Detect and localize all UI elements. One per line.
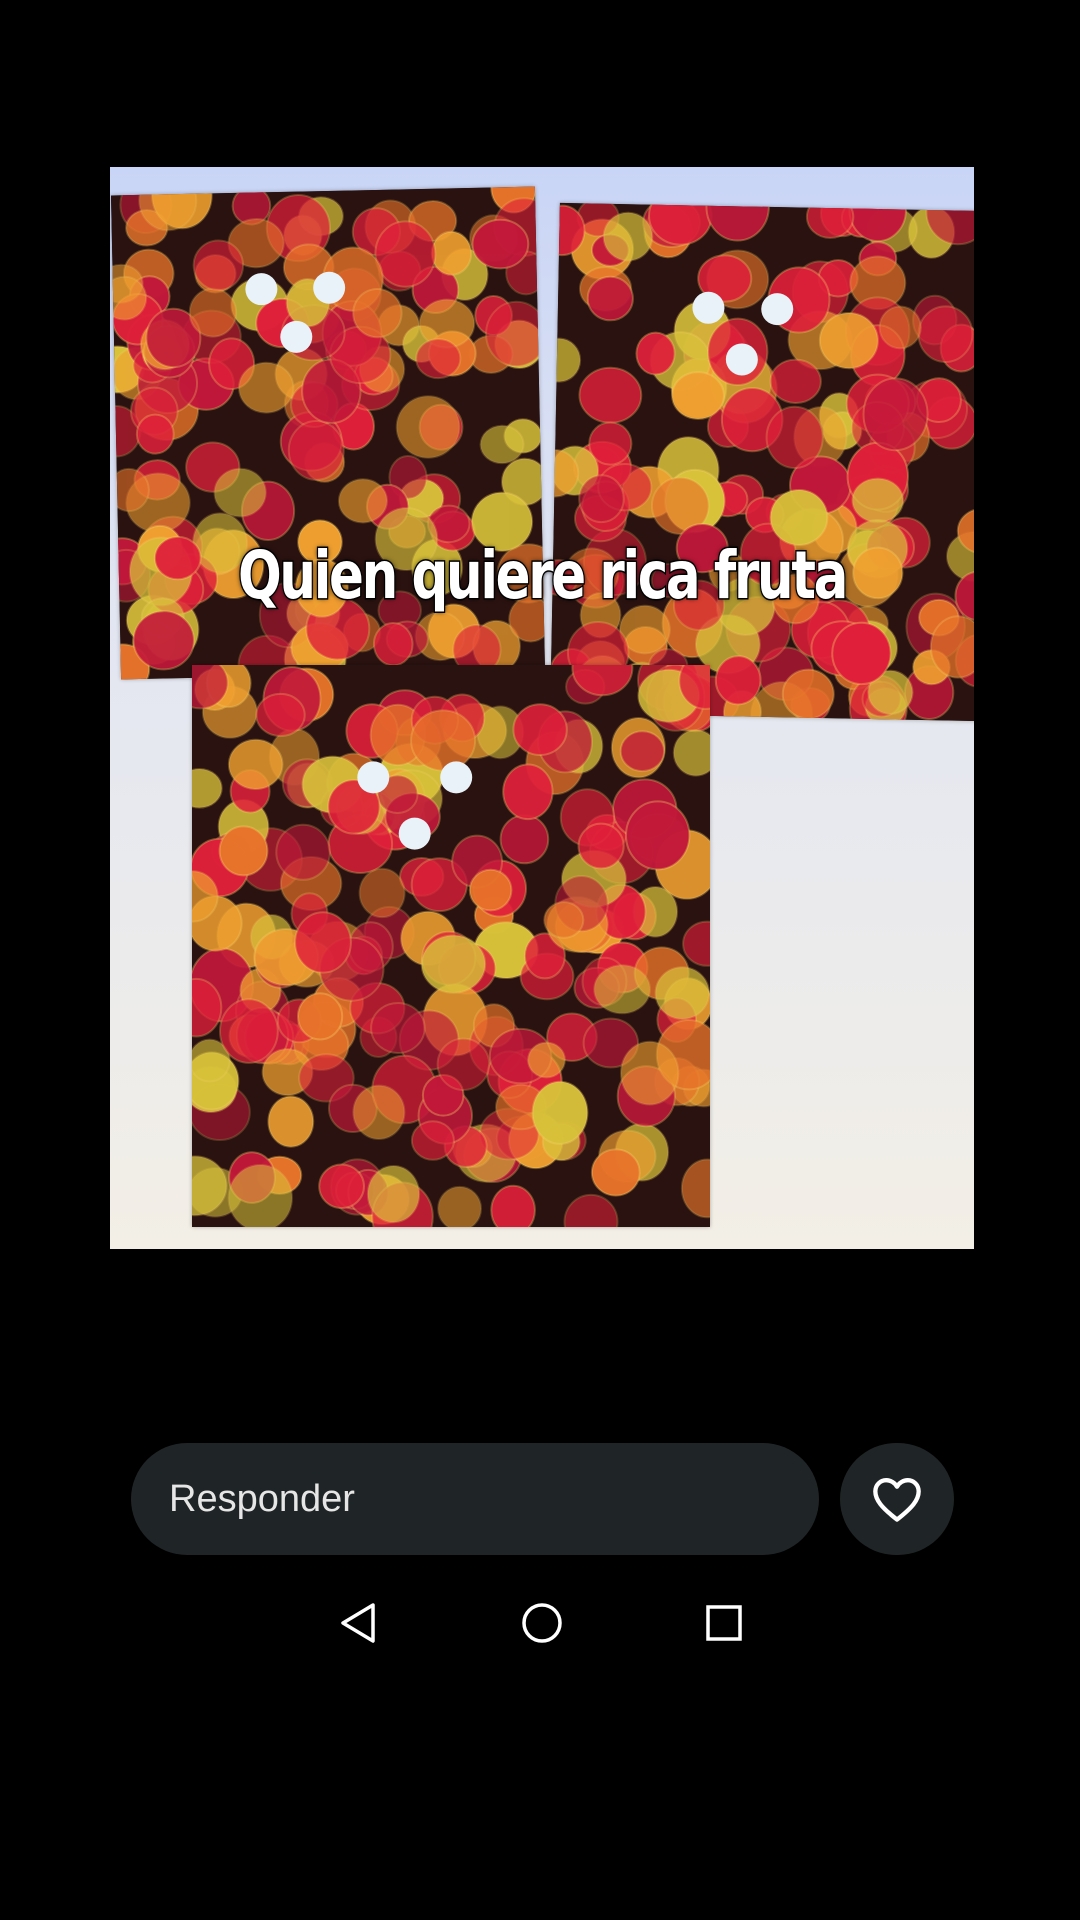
system-navigation-bar — [0, 1598, 1080, 1648]
rambutan-photo-2 — [550, 202, 974, 722]
nav-recents-button[interactable] — [699, 1598, 749, 1648]
story-caption: Quien quiere rica fruta — [237, 536, 850, 616]
story-media[interactable]: Quien quiere rica fruta — [110, 167, 974, 1249]
circle-home-icon — [522, 1603, 562, 1643]
square-recents-icon — [706, 1605, 742, 1641]
rambutan-photo-3 — [192, 665, 710, 1227]
reply-placeholder: Responder — [169, 1477, 355, 1520]
nav-back-button[interactable] — [333, 1598, 383, 1648]
like-button[interactable] — [840, 1443, 954, 1555]
heart-outline-icon — [873, 1477, 921, 1522]
triangle-back-icon — [341, 1603, 375, 1643]
reply-input[interactable]: Responder — [131, 1443, 819, 1555]
nav-home-button[interactable] — [517, 1598, 567, 1648]
story-viewer: Quien quiere rica fruta Responder — [0, 0, 1080, 1920]
